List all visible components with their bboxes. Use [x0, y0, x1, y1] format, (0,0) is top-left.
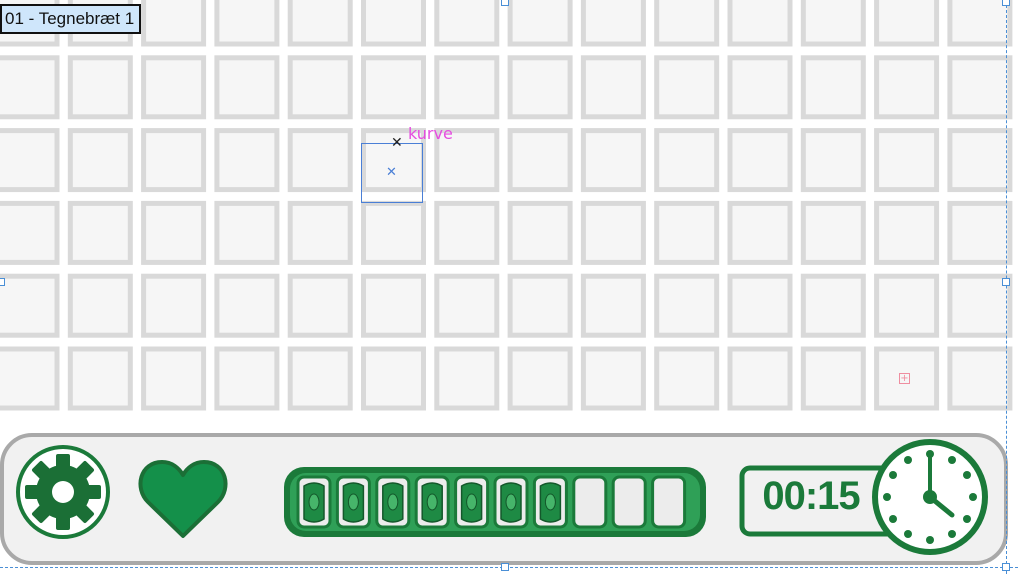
- artboard-resize-handle-bottom-right[interactable]: [1002, 563, 1010, 571]
- heart-icon[interactable]: [138, 460, 228, 538]
- empty-meter-slot: [651, 475, 687, 529]
- artboard-edge-guide-right: [1006, 0, 1007, 574]
- banknote-icon: [454, 475, 490, 529]
- clock-icon: [872, 439, 988, 555]
- banknote-icon: [375, 475, 411, 529]
- artboard-resize-handle-right[interactable]: [1002, 278, 1010, 286]
- banknote-icon: [493, 475, 529, 529]
- artboard-edge-guide-bottom: [0, 567, 1018, 568]
- banknote-icon: [296, 475, 332, 529]
- money-meter: [284, 467, 706, 537]
- empty-meter-slot: [572, 475, 608, 529]
- artboard-resize-handle-top[interactable]: [501, 0, 509, 6]
- artboard-canvas[interactable]: 01 - Tegnebræt 1 ✕ ✕ kurve + 00:15: [0, 0, 1018, 574]
- artboard-resize-handle-left[interactable]: [0, 278, 5, 286]
- banknote-icon: [414, 475, 450, 529]
- empty-meter-slot: [611, 475, 647, 529]
- timer-readout: 00:15: [762, 474, 860, 518]
- banknote-icon: [335, 475, 371, 529]
- artboard-resize-handle-top-right[interactable]: [1002, 0, 1010, 6]
- gear-icon[interactable]: [16, 445, 110, 539]
- artboard-resize-handle-bottom[interactable]: [501, 563, 509, 571]
- banknote-icon: [532, 475, 568, 529]
